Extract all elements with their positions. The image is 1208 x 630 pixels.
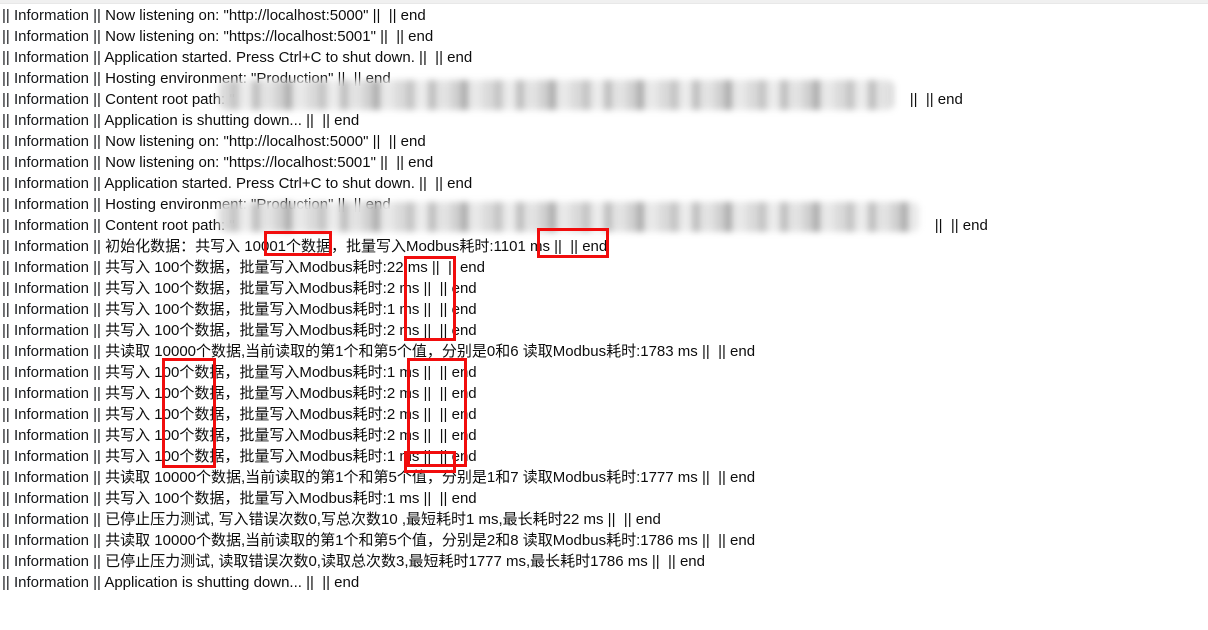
log-level-prefix: || Information ||: [2, 364, 106, 381]
log-line: || Information || 已停止压力测试, 写入错误次数0,写总次数1…: [0, 509, 1208, 530]
log-level-prefix: || Information ||: [2, 175, 105, 192]
log-line: || Information || Now listening on: "htt…: [0, 5, 1208, 26]
log-message: Content root path: ": [105, 91, 235, 108]
log-line: || Information || 共读取 10000个数据,当前读取的第1个和…: [0, 341, 1208, 362]
log-level-prefix: || Information ||: [2, 133, 106, 150]
log-line: || Information || 共写入 100个数据，批量写入Modbus耗…: [0, 257, 1208, 278]
log-level-prefix: || Information ||: [2, 238, 106, 255]
log-level-prefix: || Information ||: [2, 28, 106, 45]
log-level-prefix: || Information ||: [2, 280, 106, 297]
log-level-prefix: || Information ||: [2, 7, 106, 24]
log-level-prefix: || Information ||: [2, 322, 106, 339]
log-level-prefix: || Information ||: [2, 343, 106, 360]
log-line: || Information || 共写入 100个数据，批量写入Modbus耗…: [0, 278, 1208, 299]
log-level-prefix: || Information ||: [2, 511, 106, 528]
log-line: || Information || Application is shuttin…: [0, 572, 1208, 593]
content-root-path-redaction-1: [219, 80, 894, 110]
window-top-band: [0, 0, 1208, 4]
log-level-prefix: || Information ||: [2, 112, 105, 129]
log-level-prefix: || Information ||: [2, 406, 106, 423]
log-message: Application is shutting down... || || en…: [104, 112, 360, 129]
log-message: 共读取 10000个数据,当前读取的第1个和第5个值，分别是0和6 读取Modb…: [105, 343, 756, 360]
log-level-prefix: || Information ||: [2, 574, 105, 591]
log-line: || Information || 共读取 10000个数据,当前读取的第1个和…: [0, 530, 1208, 551]
log-message: 共写入 100个数据，批量写入Modbus耗时:1 ms || || end: [105, 364, 477, 381]
log-message: Application started. Press Ctrl+C to shu…: [104, 49, 473, 66]
log-line: || Information || 共读取 10000个数据,当前读取的第1个和…: [0, 467, 1208, 488]
console-log-panel[interactable]: || Information || Now listening on: "htt…: [0, 0, 1208, 630]
log-message: Content root path: ": [105, 217, 235, 234]
log-message: Now listening on: "http://localhost:5000…: [105, 7, 426, 24]
log-line: || Information || 已停止压力测试, 读取错误次数0,读取总次数…: [0, 551, 1208, 572]
log-level-prefix: || Information ||: [2, 427, 106, 444]
log-line: || Information || Application started. P…: [0, 47, 1208, 68]
log-line: || Information || 共写入 100个数据，批量写入Modbus耗…: [0, 446, 1208, 467]
log-message: Application started. Press Ctrl+C to shu…: [104, 175, 473, 192]
log-level-prefix: || Information ||: [2, 91, 106, 108]
log-level-prefix: || Information ||: [2, 196, 106, 213]
log-level-prefix: || Information ||: [2, 490, 106, 507]
log-line: || Information || Now listening on: "htt…: [0, 152, 1208, 173]
log-message: 已停止压力测试, 写入错误次数0,写总次数10 ,最短耗时1 ms,最长耗时22…: [105, 511, 661, 528]
log-line: || Information || 共写入 100个数据，批量写入Modbus耗…: [0, 383, 1208, 404]
log-level-prefix: || Information ||: [2, 49, 105, 66]
log-line: || Information || 共写入 100个数据，批量写入Modbus耗…: [0, 404, 1208, 425]
log-message: 共写入 100个数据，批量写入Modbus耗时:22 ms || || end: [105, 259, 485, 276]
log-message-suffix: || || end: [909, 91, 963, 108]
log-message: Now listening on: "http://localhost:5000…: [105, 133, 426, 150]
log-message: 共写入 100个数据，批量写入Modbus耗时:1 ms || || end: [105, 448, 477, 465]
log-line: || Information || Now listening on: "htt…: [0, 26, 1208, 47]
log-level-prefix: || Information ||: [2, 448, 106, 465]
log-level-prefix: || Information ||: [2, 385, 106, 402]
log-message: 共写入 100个数据，批量写入Modbus耗时:1 ms || || end: [105, 490, 477, 507]
log-line: || Information || Application is shuttin…: [0, 110, 1208, 131]
log-message: 共写入 100个数据，批量写入Modbus耗时:2 ms || || end: [105, 427, 477, 444]
log-message: 初始化数据：共写入 10001个数据，批量写入Modbus耗时:1101 ms …: [105, 238, 608, 255]
log-message: 共写入 100个数据，批量写入Modbus耗时:1 ms || || end: [105, 301, 477, 318]
log-message: 共读取 10000个数据,当前读取的第1个和第5个值，分别是2和8 读取Modb…: [105, 532, 756, 549]
log-line: || Information || 共写入 100个数据，批量写入Modbus耗…: [0, 362, 1208, 383]
log-line: || Information || Application started. P…: [0, 173, 1208, 194]
log-level-prefix: || Information ||: [2, 301, 106, 318]
log-message: Now listening on: "https://localhost:500…: [105, 154, 434, 171]
log-message: 共写入 100个数据，批量写入Modbus耗时:2 ms || || end: [105, 385, 477, 402]
content-root-path-redaction-2: [219, 202, 919, 232]
log-level-prefix: || Information ||: [2, 217, 106, 234]
log-level-prefix: || Information ||: [2, 532, 106, 549]
log-message: 共读取 10000个数据,当前读取的第1个和第5个值，分别是1和7 读取Modb…: [105, 469, 756, 486]
log-level-prefix: || Information ||: [2, 469, 106, 486]
log-line: || Information || 初始化数据：共写入 10001个数据，批量写…: [0, 236, 1208, 257]
log-line: || Information || 共写入 100个数据，批量写入Modbus耗…: [0, 299, 1208, 320]
log-line: || Information || 共写入 100个数据，批量写入Modbus耗…: [0, 488, 1208, 509]
log-message: Now listening on: "https://localhost:500…: [105, 28, 434, 45]
log-message: 共写入 100个数据，批量写入Modbus耗时:2 ms || || end: [105, 406, 477, 423]
log-message-suffix: || || end: [934, 217, 988, 234]
log-level-prefix: || Information ||: [2, 70, 106, 87]
log-line: || Information || Now listening on: "htt…: [0, 131, 1208, 152]
log-message: Application is shutting down... || || en…: [104, 574, 360, 591]
log-line: || Information || 共写入 100个数据，批量写入Modbus耗…: [0, 425, 1208, 446]
log-level-prefix: || Information ||: [2, 553, 106, 570]
log-message: 共写入 100个数据，批量写入Modbus耗时:2 ms || || end: [105, 280, 477, 297]
log-level-prefix: || Information ||: [2, 259, 106, 276]
log-message: 共写入 100个数据，批量写入Modbus耗时:2 ms || || end: [105, 322, 477, 339]
log-line: || Information || 共写入 100个数据，批量写入Modbus耗…: [0, 320, 1208, 341]
log-level-prefix: || Information ||: [2, 154, 106, 171]
log-message: 已停止压力测试, 读取错误次数0,读取总次数3,最短耗时1777 ms,最长耗时…: [105, 553, 705, 570]
